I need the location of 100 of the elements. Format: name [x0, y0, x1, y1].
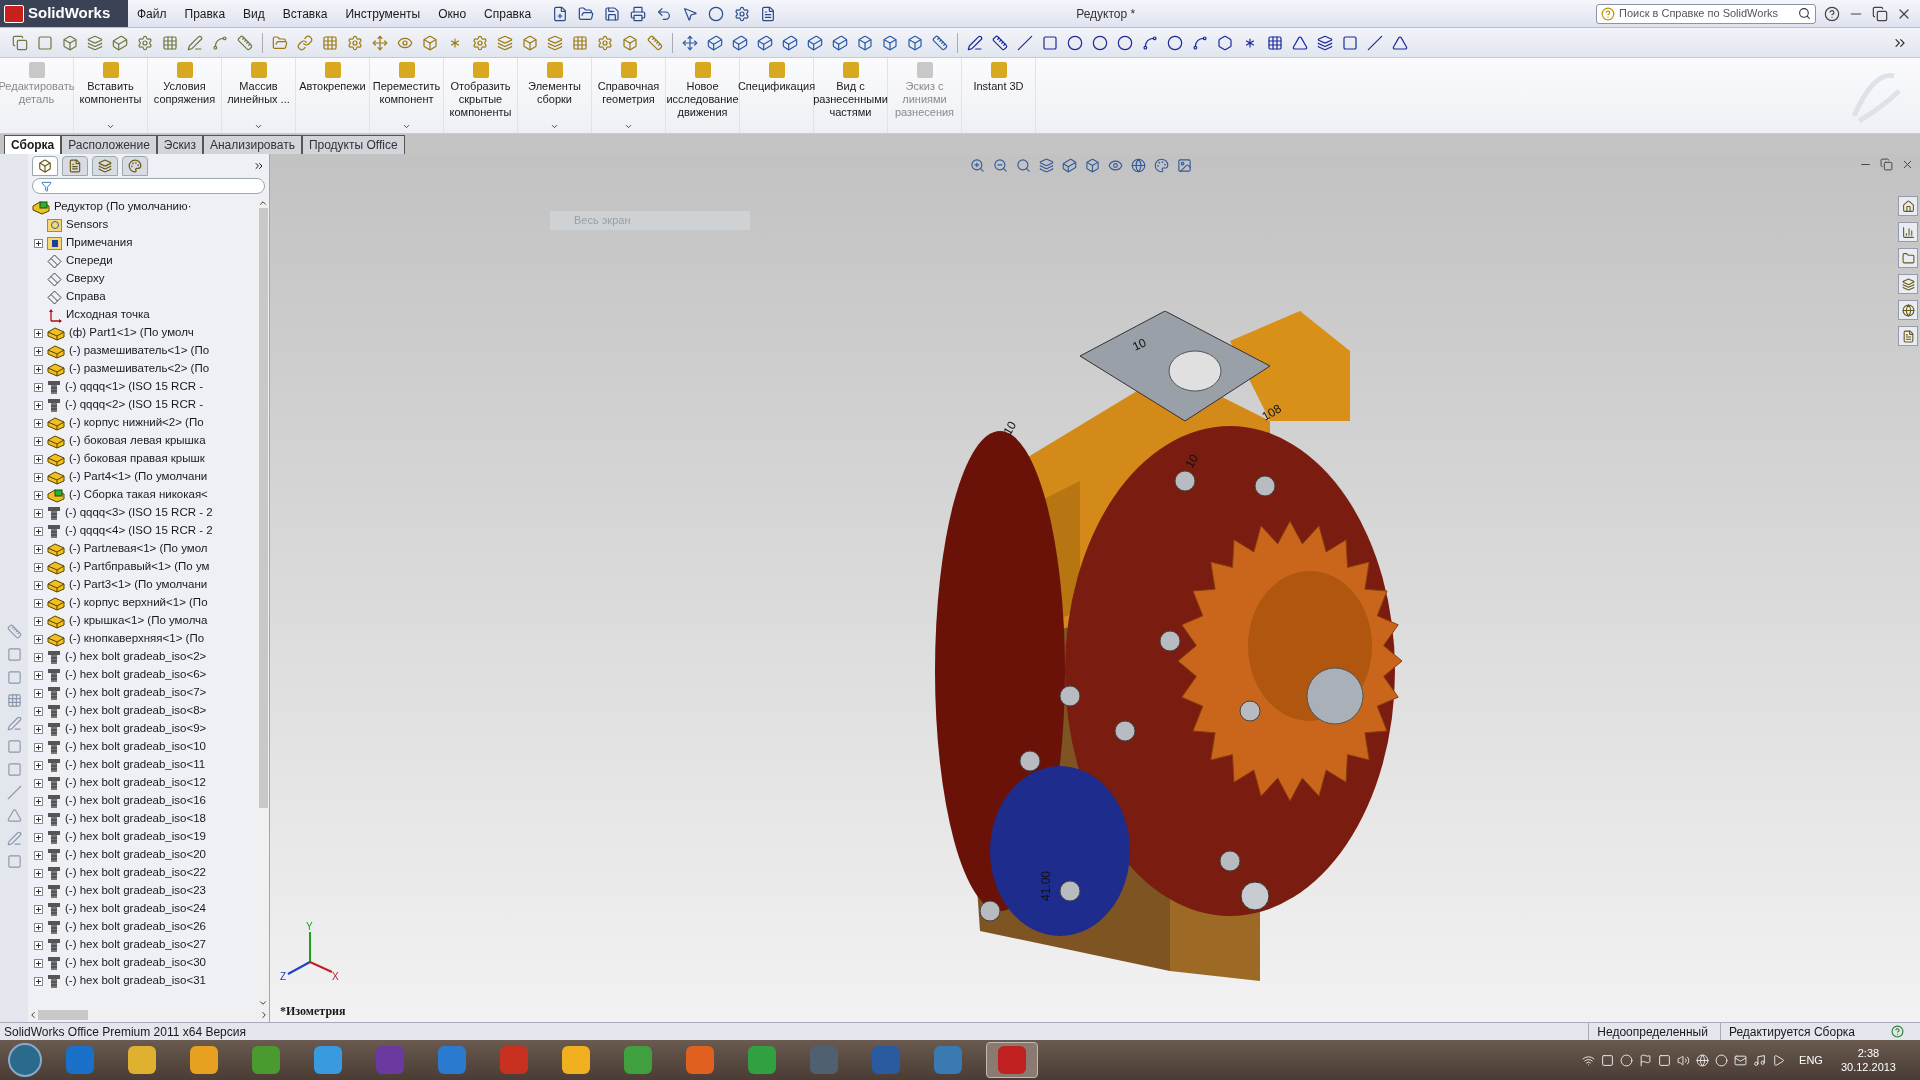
- tree-item[interactable]: (ф) Part1<1> (По умолч: [28, 324, 257, 342]
- tree-item[interactable]: (-) hex bolt gradeab_iso<12: [28, 774, 257, 792]
- tree-item[interactable]: (-) hex bolt gradeab_iso<19: [28, 828, 257, 846]
- expand-plus-icon[interactable]: [34, 454, 43, 464]
- command-tab[interactable]: Расположение: [61, 135, 157, 154]
- clock[interactable]: 2:38 30.12.2013: [1840, 1046, 1896, 1074]
- tree-item[interactable]: Справа: [28, 288, 257, 306]
- scroll-left-icon[interactable]: [28, 1010, 38, 1020]
- ribbon-button[interactable]: Вставить компоненты: [74, 58, 148, 133]
- ribbon-button[interactable]: Элементы сборки: [518, 58, 592, 133]
- ribbon-button[interactable]: Вид с разнесенными частями: [814, 58, 888, 133]
- toolbar-icon[interactable]: [1267, 34, 1283, 51]
- toolbar-icon[interactable]: [1772, 1053, 1786, 1067]
- toolbar-icon[interactable]: [1317, 34, 1333, 51]
- tree-item[interactable]: (-) hex bolt gradeab_iso<18: [28, 810, 257, 828]
- toolbar-icon[interactable]: [907, 34, 923, 51]
- toolbar-icon[interactable]: [1292, 34, 1308, 51]
- toolbar-icon[interactable]: [760, 5, 777, 22]
- toolbar-icon[interactable]: [832, 34, 848, 51]
- tree-item[interactable]: (-) корпус верхний<1> (По: [28, 594, 257, 612]
- panel-tab[interactable]: [62, 156, 88, 176]
- toolbar-icon[interactable]: [732, 34, 748, 51]
- task-pane-tab[interactable]: [1898, 222, 1918, 242]
- expand-plus-icon[interactable]: [34, 508, 43, 518]
- tree-item[interactable]: (-) Partлевая<1> (По умол: [28, 540, 257, 558]
- toolbar-icon[interactable]: [1734, 1053, 1748, 1067]
- expand-plus-icon[interactable]: [34, 832, 43, 842]
- tree-item[interactable]: (-) Part3<1> (По умолчани: [28, 576, 257, 594]
- expand-plus-icon[interactable]: [34, 958, 43, 968]
- toolbar-icon[interactable]: [604, 5, 621, 22]
- tree-item[interactable]: (-) кнопкаверхняя<1> (По: [28, 630, 257, 648]
- toolbar-icon[interactable]: [782, 34, 798, 51]
- scroll-thumb[interactable]: [258, 208, 268, 808]
- tree-item[interactable]: (-) Сборка такая никокая<: [28, 486, 257, 504]
- expand-plus-icon[interactable]: [34, 886, 43, 896]
- toolbar-icon[interactable]: [1217, 34, 1233, 51]
- tree-item[interactable]: (-) Partбправый<1> (По ум: [28, 558, 257, 576]
- tree-item[interactable]: (-) hex bolt gradeab_iso<26: [28, 918, 257, 936]
- expand-plus-icon[interactable]: [34, 418, 43, 428]
- scroll-right-icon[interactable]: [259, 1010, 269, 1020]
- ribbon-button[interactable]: Переместить компонент: [370, 58, 444, 133]
- tree-item[interactable]: Примечания: [28, 234, 257, 252]
- tree-item[interactable]: (-) qqqq<1> (ISO 15 RCR -: [28, 378, 257, 396]
- language-indicator[interactable]: ENG: [1799, 1051, 1823, 1069]
- expand-plus-icon[interactable]: [34, 598, 43, 608]
- expand-plus-icon[interactable]: [34, 364, 43, 374]
- ribbon-button[interactable]: Instant 3D: [962, 58, 1036, 133]
- ribbon-button[interactable]: Массив линейных ...: [222, 58, 296, 133]
- ribbon-button[interactable]: Справочная геометрия: [592, 58, 666, 133]
- tree-item[interactable]: (-) hex bolt gradeab_iso<24: [28, 900, 257, 918]
- ribbon-button[interactable]: Спецификация: [740, 58, 814, 133]
- command-tab[interactable]: Сборка: [4, 135, 62, 154]
- menu-item[interactable]: Справка: [475, 4, 541, 23]
- tree-item[interactable]: (-) hex bolt gradeab_iso<11: [28, 756, 257, 774]
- expand-plus-icon[interactable]: [34, 688, 43, 698]
- toolbar-icon[interactable]: [1639, 1053, 1653, 1067]
- expand-plus-icon[interactable]: [34, 544, 43, 554]
- scroll-thumb[interactable]: [38, 1010, 88, 1020]
- menu-item[interactable]: Инструменты: [336, 4, 430, 23]
- expand-plus-icon[interactable]: [34, 670, 43, 680]
- toolbar-icon[interactable]: [992, 34, 1008, 51]
- toolbar-icon[interactable]: [857, 34, 873, 51]
- expand-plus-icon[interactable]: [34, 922, 43, 932]
- tree-item[interactable]: Спереди: [28, 252, 257, 270]
- toolbar-icon[interactable]: [682, 5, 699, 22]
- help-icon[interactable]: [1891, 1025, 1904, 1038]
- toolbar-icon[interactable]: [707, 34, 723, 51]
- tree-item[interactable]: (-) qqqq<3> (ISO 15 RCR - 2: [28, 504, 257, 522]
- toolbar-icon[interactable]: [1392, 34, 1408, 51]
- toolbar-icon[interactable]: [682, 34, 698, 51]
- tree-item[interactable]: (-) hex bolt gradeab_iso<22: [28, 864, 257, 882]
- toolbar-icon[interactable]: [1167, 34, 1183, 51]
- toolbar-icon[interactable]: [1117, 34, 1133, 51]
- tree-item[interactable]: (-) Part4<1> (По умолчани: [28, 468, 257, 486]
- toolbar-icon[interactable]: [1872, 5, 1888, 22]
- menu-item[interactable]: Вид: [234, 4, 274, 23]
- tree-item[interactable]: (-) hex bolt gradeab_iso<8>: [28, 702, 257, 720]
- expand-plus-icon[interactable]: [34, 400, 43, 410]
- ribbon-button[interactable]: Автокрепежи: [296, 58, 370, 133]
- tree-item[interactable]: (-) корпус нижний<2> (По: [28, 414, 257, 432]
- toolbar-icon[interactable]: [757, 34, 773, 51]
- panel-tab[interactable]: [92, 156, 118, 176]
- toolbar-icon[interactable]: [1067, 34, 1083, 51]
- command-tab[interactable]: Анализировать: [202, 135, 302, 154]
- toolbar-icon[interactable]: [630, 5, 647, 22]
- toolbar-icon[interactable]: [578, 5, 595, 22]
- expand-plus-icon[interactable]: [34, 472, 43, 482]
- search-icon[interactable]: [1798, 7, 1811, 20]
- toolbar-icon[interactable]: [1658, 1053, 1672, 1067]
- tree-item[interactable]: Sensors: [28, 216, 257, 234]
- expand-plus-icon[interactable]: [34, 562, 43, 572]
- toolbar-icon[interactable]: [807, 34, 823, 51]
- toolbar-icon[interactable]: [932, 34, 948, 51]
- menu-item[interactable]: Файл: [128, 4, 176, 23]
- toolbar-icon[interactable]: [708, 5, 725, 22]
- tree-item[interactable]: (-) hex bolt gradeab_iso<7>: [28, 684, 257, 702]
- expand-plus-icon[interactable]: [34, 778, 43, 788]
- tree-item[interactable]: Редуктор (По умолчанию·: [28, 198, 257, 216]
- tree-item[interactable]: (-) hex bolt gradeab_iso<2>: [28, 648, 257, 666]
- task-pane-tab[interactable]: [1898, 300, 1918, 320]
